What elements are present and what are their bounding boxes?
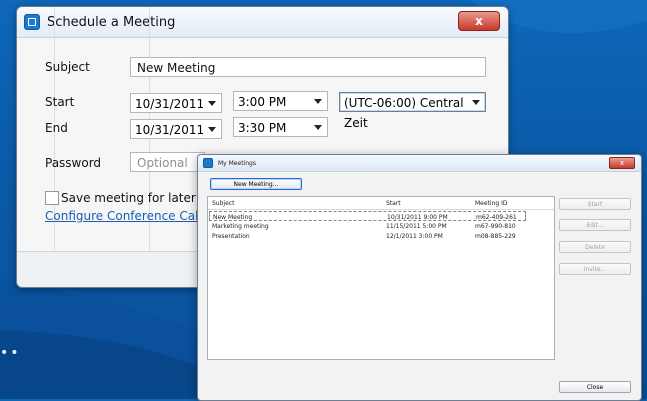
- timezone-value: (UTC-06:00) Central Zeit: [344, 96, 464, 130]
- edit-button[interactable]: Edit...: [559, 219, 631, 231]
- configure-conference-link[interactable]: Configure Conference Call: [45, 209, 202, 223]
- invite-button[interactable]: Invite...: [559, 263, 631, 275]
- layout-guide-line: [149, 7, 150, 287]
- subject-input[interactable]: New Meeting: [130, 57, 486, 77]
- my-meetings-title: My Meetings: [218, 159, 256, 167]
- start-date-dropdown[interactable]: 10/31/2011: [130, 93, 222, 113]
- start-time-value: 3:00 PM: [238, 95, 287, 109]
- list-header: Subject Start Meeting ID: [208, 197, 554, 210]
- end-date-dropdown[interactable]: 10/31/2011: [130, 119, 222, 139]
- end-date-value: 10/31/2011: [135, 123, 205, 137]
- chevron-down-icon: [208, 101, 216, 106]
- start-date-value: 10/31/2011: [135, 97, 205, 111]
- close-dialog-button[interactable]: Close: [559, 381, 631, 393]
- decorative-dots: ••: [0, 345, 21, 361]
- schedule-dialog-titlebar: Schedule a Meeting x: [17, 7, 508, 38]
- end-time-dropdown[interactable]: 3:30 PM: [233, 117, 328, 137]
- delete-button[interactable]: Delete: [559, 241, 631, 253]
- row-meeting-id: m08-885-229: [475, 233, 516, 240]
- save-meeting-checkbox[interactable]: [45, 191, 59, 205]
- row-start: 12/1/2011 3:00 PM: [386, 233, 443, 240]
- row-subject: Presentation: [212, 233, 250, 240]
- subject-label: Subject: [45, 60, 90, 74]
- my-meetings-dialog: My Meetings x New Meeting... Subject Sta…: [197, 154, 642, 401]
- chevron-down-icon: [314, 99, 322, 104]
- row-subject: Marketing meeting: [212, 223, 269, 230]
- row-start: 11/15/2011 5:00 PM: [386, 223, 447, 230]
- table-row[interactable]: New Meeting 10/31/2011 9:00 PM m62-409-2…: [209, 211, 526, 221]
- row-meeting-id: m62-409-261: [476, 214, 517, 221]
- app-icon: [24, 14, 40, 30]
- column-header-start[interactable]: Start: [386, 200, 401, 207]
- end-label: End: [45, 121, 68, 135]
- password-label: Password: [45, 156, 102, 170]
- row-meeting-id: m67-990-810: [475, 223, 516, 230]
- close-button[interactable]: x: [609, 157, 635, 169]
- start-button[interactable]: Start: [559, 198, 631, 210]
- end-time-value: 3:30 PM: [238, 121, 287, 135]
- my-meetings-titlebar: My Meetings x: [198, 155, 641, 172]
- column-header-meeting-id[interactable]: Meeting ID: [475, 200, 508, 207]
- timezone-dropdown[interactable]: (UTC-06:00) Central Zeit: [339, 92, 486, 130]
- chevron-down-icon: [314, 125, 322, 130]
- chevron-down-icon: [472, 100, 480, 105]
- row-start: 10/31/2011 9:00 PM: [387, 214, 448, 221]
- table-row[interactable]: Marketing meeting 11/15/2011 5:00 PM m67…: [209, 222, 526, 232]
- app-icon: [203, 158, 213, 168]
- new-meeting-button[interactable]: New Meeting...: [210, 178, 302, 190]
- close-button[interactable]: x: [458, 11, 500, 31]
- chevron-down-icon: [208, 127, 216, 132]
- table-row[interactable]: Presentation 12/1/2011 3:00 PM m08-885-2…: [209, 232, 526, 242]
- meetings-list: Subject Start Meeting ID New Meeting 10/…: [207, 196, 555, 360]
- column-header-subject[interactable]: Subject: [212, 200, 234, 207]
- password-field[interactable]: Optional: [130, 152, 205, 172]
- row-subject: New Meeting: [213, 214, 253, 221]
- layout-guide-line: [54, 7, 55, 287]
- start-label: Start: [45, 95, 75, 109]
- schedule-dialog-title: Schedule a Meeting: [47, 14, 176, 30]
- start-time-dropdown[interactable]: 3:00 PM: [233, 91, 328, 111]
